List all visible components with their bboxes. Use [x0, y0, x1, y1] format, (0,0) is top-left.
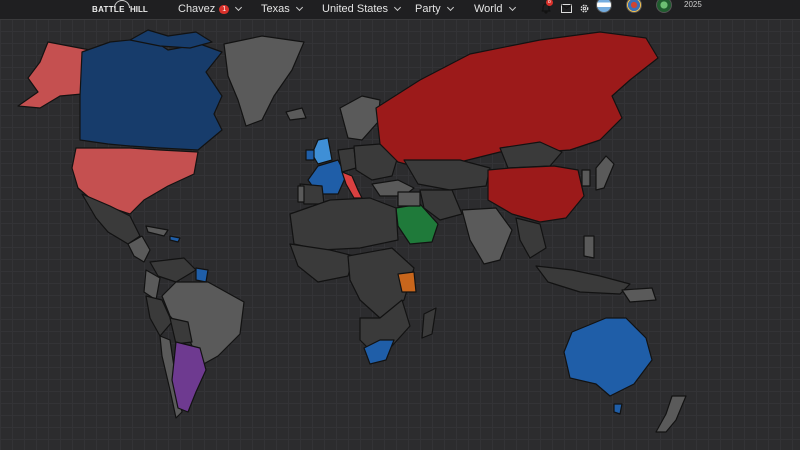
nav-texas[interactable]: Texas [261, 0, 303, 18]
country-japan[interactable] [595, 155, 615, 191]
nav-world[interactable]: World [474, 0, 516, 18]
country-kazakhstan[interactable] [403, 159, 491, 191]
country-australia[interactable] [563, 317, 653, 397]
chevron-down-icon [446, 3, 454, 11]
notifications-button[interactable]: 8 [540, 0, 553, 16]
world-map[interactable] [0, 19, 800, 450]
country-indonesia[interactable] [535, 265, 631, 295]
country-haiti[interactable] [169, 235, 181, 243]
chevron-down-icon [235, 3, 243, 11]
messages-button[interactable] [560, 0, 572, 16]
nav-chavez[interactable]: Chavez 1 [178, 0, 243, 18]
country-guyana[interactable] [195, 267, 209, 283]
battle-for-the-hill-logo[interactable]: BATTLE HILL [92, 0, 154, 18]
country-tasmania[interactable] [613, 403, 623, 415]
chevron-down-icon [295, 3, 303, 11]
country-new-zealand[interactable] [655, 395, 687, 433]
country-southeast-asia[interactable] [515, 217, 547, 259]
nav-united-states[interactable]: United States [322, 0, 402, 18]
chevron-down-icon [508, 3, 516, 11]
country-canada[interactable] [79, 37, 223, 151]
country-uk[interactable] [311, 137, 333, 165]
world-map-svg [17, 29, 687, 433]
party-emblem-icon[interactable] [656, 0, 672, 13]
country-india[interactable] [461, 207, 513, 265]
country-portugal[interactable] [297, 185, 305, 203]
country-cuba[interactable] [145, 225, 169, 237]
envelope-icon [560, 3, 572, 13]
game-year: 2025 [684, 0, 702, 9]
country-argentina[interactable] [171, 341, 207, 413]
country-italy[interactable] [341, 171, 363, 199]
country-madagascar[interactable] [421, 307, 437, 339]
country-iceland[interactable] [285, 107, 307, 121]
country-china[interactable] [487, 165, 585, 223]
country-korea[interactable] [581, 169, 591, 187]
top-navigation-bar: BATTLE HILL Chavez 1 Texas United States… [0, 0, 800, 20]
state-seal-icon[interactable] [626, 0, 642, 13]
nav-party[interactable]: Party [415, 0, 454, 18]
country-iraq[interactable] [397, 191, 421, 207]
country-north-africa[interactable] [289, 197, 399, 251]
chevron-down-icon [394, 3, 402, 11]
gear-icon [580, 4, 588, 12]
message-badge: 1 [219, 4, 230, 14]
country-ireland[interactable] [305, 149, 315, 161]
country-scandinavia[interactable] [339, 95, 381, 141]
country-philippines[interactable] [583, 235, 595, 259]
country-west-africa[interactable] [289, 243, 355, 283]
argentina-flag-icon[interactable] [596, 0, 612, 13]
country-alaska[interactable] [17, 41, 91, 109]
country-papua[interactable] [621, 287, 657, 303]
settings-button[interactable] [578, 0, 590, 16]
